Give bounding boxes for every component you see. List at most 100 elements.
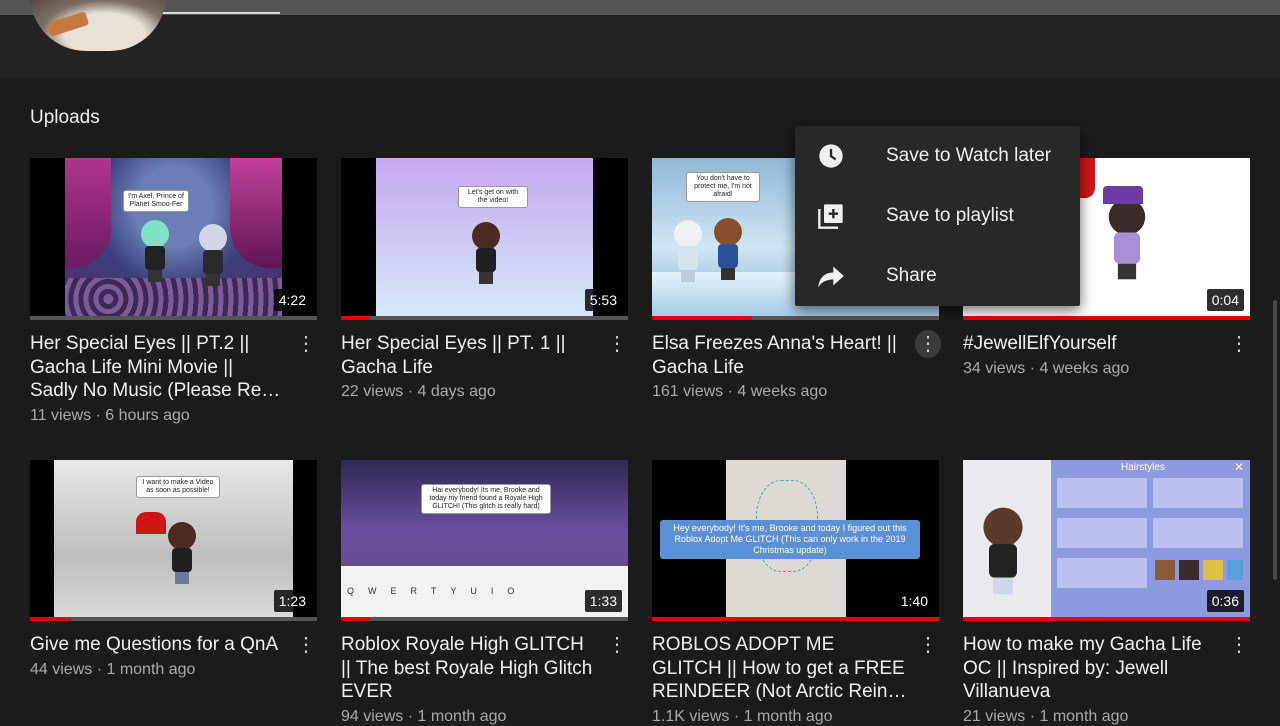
more-options-icon[interactable]: ⋮: [1226, 631, 1252, 659]
scene-purple-forest: I'm Axel, Prince of Planet Smoo-Fer: [65, 158, 282, 320]
key: U: [470, 586, 491, 596]
menu-item-label: Save to playlist: [886, 205, 1014, 226]
video-title[interactable]: Her Special Eyes || PT.2 || Gacha Life M…: [30, 332, 285, 403]
upload-age: 1 month ago: [1039, 707, 1129, 725]
watch-progress-fill: [341, 316, 370, 320]
option-tile[interactable]: [1057, 558, 1147, 588]
speech-bubble: Hai everybody! Its me, Brooke and today …: [421, 484, 551, 514]
view-count: 34 views: [963, 359, 1026, 377]
context-menu: Save to Watch later Save to playlist Sha…: [795, 126, 1080, 306]
separator: ·: [1029, 707, 1036, 725]
color-swatch[interactable]: [1227, 560, 1243, 580]
close-icon[interactable]: ✕: [1234, 460, 1244, 474]
video-card[interactable]: Hey everybody! It's me, Brooke and today…: [652, 460, 941, 726]
more-options-icon[interactable]: ⋮: [604, 330, 630, 358]
key: Y: [450, 586, 471, 596]
gacha-character: [670, 220, 706, 282]
color-swatch[interactable]: [1155, 560, 1175, 580]
video-thumbnail[interactable]: Let's get on with the video! 5:53: [341, 158, 628, 320]
view-count: 1.1K views: [652, 707, 730, 725]
video-title[interactable]: Give me Questions for a QnA: [30, 633, 285, 657]
video-card[interactable]: Let's get on with the video! 5:53 Her Sp…: [341, 158, 630, 401]
video-card[interactable]: Hai everybody! Its me, Brooke and today …: [341, 460, 630, 726]
video-title[interactable]: How to make my Gacha Life OC || Inspired…: [963, 633, 1218, 704]
video-stats: 161 views · 4 weeks ago: [652, 383, 907, 401]
upload-age: 1 month ago: [106, 660, 196, 678]
purple-ground: [65, 278, 282, 320]
separator: ·: [96, 660, 103, 678]
top-hat: [1103, 186, 1143, 204]
watch-progress-fill: [341, 617, 370, 621]
video-card[interactable]: Hairstyles ✕ 0:36 How to make my Gacha L…: [963, 460, 1252, 726]
video-stats: 11 views · 6 hours ago: [30, 407, 285, 425]
video-stats: 44 views · 1 month ago: [30, 661, 285, 679]
video-meta: #JewellElfYourself 34 views · 4 weeks ag…: [963, 332, 1252, 378]
video-thumbnail[interactable]: Hai everybody! Its me, Brooke and today …: [341, 460, 628, 621]
watch-progress-fill: [963, 316, 1250, 320]
video-title[interactable]: #JewellElfYourself: [963, 332, 1218, 356]
watch-progress: [652, 617, 939, 621]
menu-item-share[interactable]: Share: [795, 246, 1080, 306]
santa-hat: [136, 512, 166, 534]
video-title[interactable]: Roblox Royale High GLITCH || The best Ro…: [341, 633, 596, 704]
video-thumbnail[interactable]: I want to make a Video as soon as possib…: [30, 460, 317, 621]
color-swatch[interactable]: [1179, 560, 1199, 580]
separator: ·: [407, 707, 414, 725]
menu-item-watch-later[interactable]: Save to Watch later: [795, 126, 1080, 186]
video-card[interactable]: I'm Axel, Prince of Planet Smoo-Fer 4:22…: [30, 158, 319, 425]
duration-badge: 1:33: [584, 590, 622, 612]
crystal-tree-left: [65, 158, 111, 268]
key: W: [368, 586, 391, 596]
duration-badge: 5:53: [584, 289, 622, 311]
video-title[interactable]: ROBLOS ADOPT ME GLITCH || How to get a F…: [652, 633, 907, 704]
video-meta: Elsa Freezes Anna's Heart! || Gacha Life…: [652, 330, 941, 401]
speech-bubble: I'm Axel, Prince of Planet Smoo-Fer: [123, 190, 189, 212]
more-options-icon[interactable]: ⋮: [915, 631, 941, 659]
upload-age: 1 month ago: [417, 707, 507, 725]
option-tile[interactable]: [1153, 478, 1243, 508]
video-meta: Roblox Royale High GLITCH || The best Ro…: [341, 633, 630, 726]
duration-badge: 0:04: [1206, 289, 1244, 311]
more-options-icon[interactable]: ⋮: [915, 330, 941, 358]
caption-banner: Hey everybody! It's me, Brooke and today…: [660, 520, 920, 559]
more-options-icon[interactable]: ⋮: [604, 631, 630, 659]
gacha-character: [164, 522, 200, 584]
option-tile[interactable]: [1057, 478, 1147, 508]
video-title[interactable]: Elsa Freezes Anna's Heart! || Gacha Life: [652, 332, 907, 379]
channel-header: [0, 0, 1280, 78]
video-stats: 22 views · 4 days ago: [341, 383, 596, 401]
key: T: [430, 586, 451, 596]
watch-progress: [963, 617, 1250, 621]
color-swatch[interactable]: [1203, 560, 1223, 580]
more-options-icon[interactable]: ⋮: [293, 631, 319, 659]
gacha-character: [137, 220, 173, 282]
key: R: [410, 586, 431, 596]
more-options-icon[interactable]: ⋮: [293, 330, 319, 358]
separator: ·: [1029, 359, 1036, 377]
duration-badge: 1:23: [273, 590, 311, 612]
option-tile[interactable]: [1057, 518, 1147, 548]
more-options-icon[interactable]: ⋮: [1226, 330, 1252, 358]
share-icon: [818, 266, 844, 288]
video-title[interactable]: Her Special Eyes || PT. 1 || Gacha Life: [341, 332, 596, 379]
video-thumbnail[interactable]: Hairstyles ✕ 0:36: [963, 460, 1250, 621]
video-meta: Her Special Eyes || PT.2 || Gacha Life M…: [30, 332, 319, 425]
key: E: [390, 586, 411, 596]
video-thumbnail[interactable]: Hey everybody! It's me, Brooke and today…: [652, 460, 939, 621]
video-stats: 21 views · 1 month ago: [963, 708, 1218, 726]
watch-progress: [30, 617, 317, 621]
menu-item-save-playlist[interactable]: Save to playlist: [795, 186, 1080, 246]
key: O: [507, 586, 529, 596]
video-meta: ROBLOS ADOPT ME GLITCH || How to get a F…: [652, 633, 941, 726]
menu-item-label: Save to Watch later: [886, 145, 1052, 166]
watch-progress-fill: [652, 617, 939, 621]
view-count: 44 views: [30, 660, 93, 678]
option-tile[interactable]: [1153, 518, 1243, 548]
video-card[interactable]: I want to make a Video as soon as possib…: [30, 460, 319, 679]
channel-avatar[interactable]: [30, 0, 166, 51]
scrollbar[interactable]: [1273, 300, 1277, 580]
video-thumbnail[interactable]: I'm Axel, Prince of Planet Smoo-Fer 4:22: [30, 158, 317, 320]
duration-badge: 4:22: [273, 289, 311, 311]
watch-progress: [341, 617, 628, 621]
playlist-add-icon: [818, 204, 843, 229]
